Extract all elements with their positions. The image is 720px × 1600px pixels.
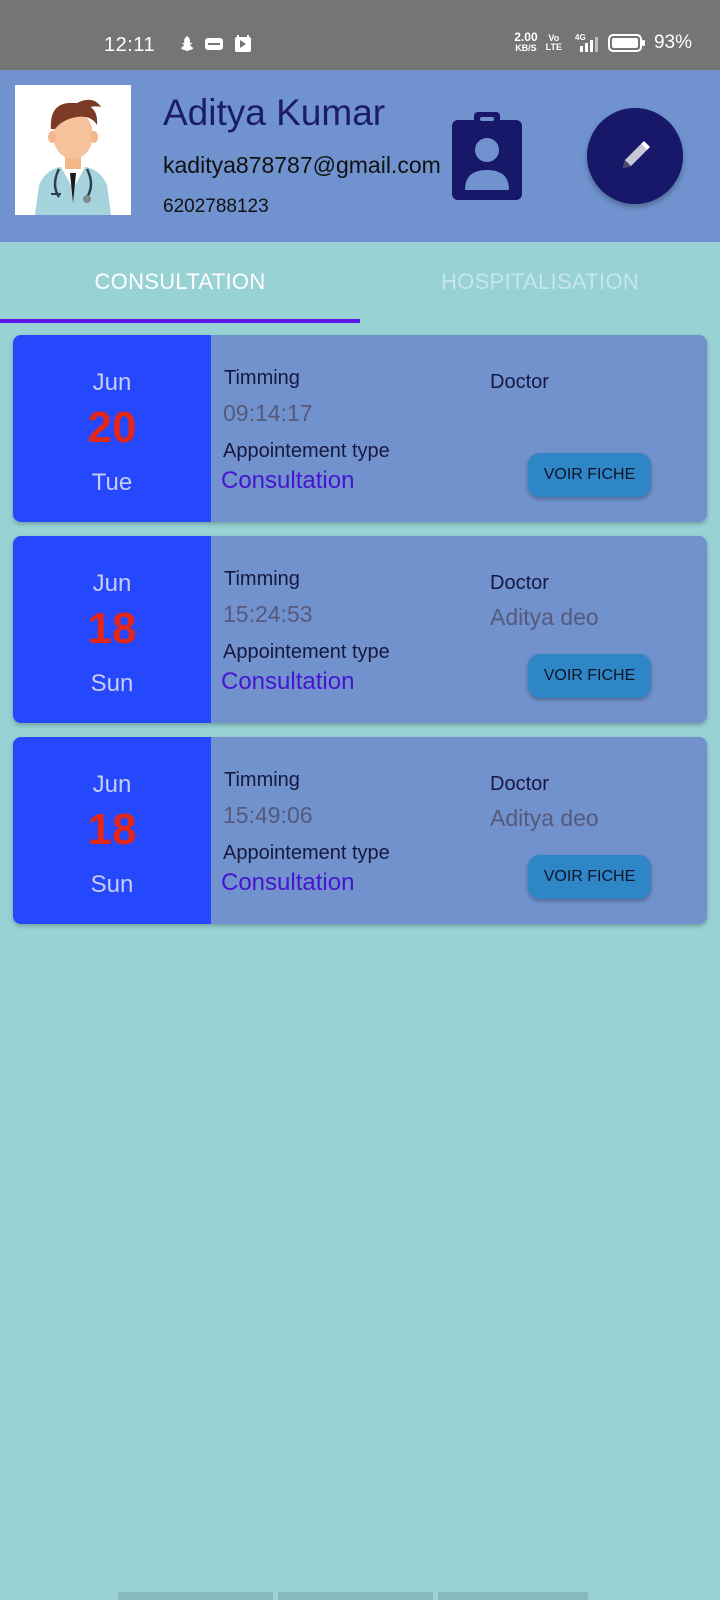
status-notification-icons (175, 34, 253, 54)
date-month: Jun (92, 369, 132, 396)
profile-phone: 6202788123 (163, 196, 269, 217)
snapchat-icon (180, 36, 194, 51)
appointment-card[interactable]: Jun 18 Sun Timming 15:24:53 Appointement… (13, 536, 707, 723)
net-speed-unit: KB/S (515, 43, 537, 53)
voir-fiche-button[interactable]: VOIR FICHE (528, 855, 651, 899)
timing-label: Timming (224, 568, 300, 590)
pencil-icon (623, 141, 650, 168)
profile-email: kaditya878787@gmail.com (163, 152, 441, 178)
status-time: 12:11 (104, 34, 156, 56)
appointment-type-value: Consultation (221, 668, 355, 695)
date-weekday: Sun (90, 871, 134, 898)
date-panel: Jun 18 Sun (13, 536, 211, 723)
tab-consultation[interactable]: CONSULTATION (0, 242, 360, 322)
gallery-icon (235, 35, 251, 52)
signal-label: 4G (575, 33, 586, 42)
voir-fiche-button[interactable]: VOIR FICHE (528, 654, 651, 698)
appointment-card[interactable]: Jun 20 Tue Timming 09:14:17 Appointement… (13, 335, 707, 522)
net-speed-value: 2.00 (514, 30, 538, 44)
battery-icon (607, 34, 645, 52)
appointment-type-label: Appointement type (223, 440, 390, 462)
date-day: 20 (87, 403, 137, 452)
notification-icon (205, 38, 223, 50)
nav-handle-segment (118, 1592, 273, 1600)
doctor-avatar (15, 85, 131, 215)
doctor-label: Doctor (490, 572, 549, 594)
battery-percent: 93% (653, 32, 692, 53)
doctor-label: Doctor (490, 371, 549, 393)
timing-label: Timming (224, 769, 300, 791)
doctor-label: Doctor (490, 773, 549, 795)
appointment-card[interactable]: Jun 18 Sun Timming 15:49:06 Appointement… (13, 737, 707, 924)
appointment-type-value: Consultation (221, 869, 355, 896)
date-month: Jun (92, 570, 132, 597)
timing-value: 15:49:06 (223, 802, 313, 828)
date-day: 18 (87, 604, 137, 653)
doctor-value: Aditya deo (490, 805, 599, 831)
tab-bar: CONSULTATION HOSPITALISATION (0, 242, 720, 323)
volte-bottom: LTE (545, 42, 562, 52)
status-bar: 12:11 2.00 KB/S Vo LTE 4G 93% (0, 0, 720, 70)
volte-indicator: Vo LTE (546, 34, 562, 52)
timing-value: 09:14:17 (223, 400, 313, 426)
doctor-value: Aditya deo (490, 604, 599, 630)
profile-name: Aditya Kumar (163, 92, 386, 133)
date-panel: Jun 20 Tue (13, 335, 211, 522)
appointment-type-label: Appointement type (223, 641, 390, 663)
date-weekday: Tue (91, 469, 133, 496)
edit-profile-button[interactable] (587, 108, 683, 204)
voir-fiche-button[interactable]: VOIR FICHE (528, 453, 651, 497)
date-day: 18 (87, 805, 137, 854)
appointment-type-label: Appointement type (223, 842, 390, 864)
date-weekday: Sun (90, 670, 134, 697)
net-speed: 2.00 KB/S (514, 30, 538, 54)
date-month: Jun (92, 771, 132, 798)
timing-value: 15:24:53 (223, 601, 313, 627)
signal-icon: 4G (575, 33, 598, 52)
tab-indicator (0, 319, 360, 323)
tab-hospitalisation[interactable]: HOSPITALISATION (360, 242, 720, 322)
nav-handle-segment (438, 1592, 588, 1600)
profile-header: Aditya Kumar kaditya878787@gmail.com 620… (0, 70, 720, 242)
id-badge-icon[interactable] (450, 110, 524, 202)
appointment-type-value: Consultation (221, 467, 355, 494)
date-panel: Jun 18 Sun (13, 737, 211, 924)
nav-handle-segment (278, 1592, 433, 1600)
timing-label: Timming (224, 367, 300, 389)
status-system-icons: 2.00 KB/S Vo LTE 4G 93% (514, 30, 692, 54)
appointment-list: Jun 20 Tue Timming 09:14:17 Appointement… (13, 335, 707, 938)
